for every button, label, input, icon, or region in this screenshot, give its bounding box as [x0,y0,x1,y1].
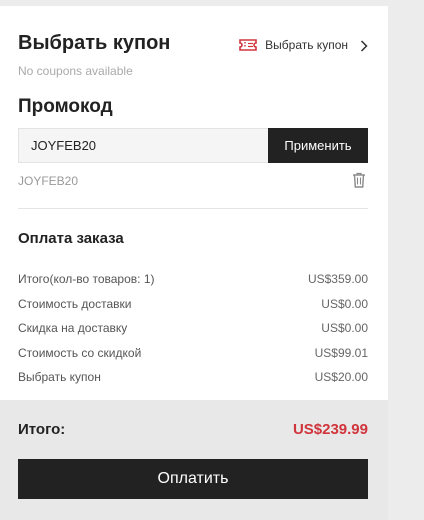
section-divider [18,208,368,209]
promo-section-title: Промокод [18,96,113,117]
summary-value: US$20.00 [314,370,368,385]
summary-row-coupon: Выбрать купон US$20.00 [18,365,368,390]
summary-value: US$99.01 [314,345,368,360]
apply-promo-button[interactable]: Применить [268,128,368,163]
total-amount: US$239.99 [292,421,368,438]
summary-row-shipping-discount: Скидка на доставку US$0.00 [18,316,368,341]
summary-label: Стоимость доставки [18,296,132,311]
total-section: Итого: US$239.99 Оплатить [0,400,388,520]
promo-code-input[interactable] [18,128,268,163]
summary-label: Выбрать купон [18,370,101,385]
chevron-right-icon [360,39,368,52]
summary-value: US$0.00 [321,296,368,311]
order-panel: Выбрать купон Выбрать купон No coupons a… [0,6,388,520]
summary-label: Итого(кол-во товаров: 1) [18,272,155,287]
select-coupon-label: Выбрать купон [265,38,348,52]
select-coupon-link[interactable]: Выбрать купон [239,36,368,54]
summary-row-subtotal: Итого(кол-во товаров: 1) US$359.00 [18,267,368,292]
pay-button[interactable]: Оплатить [18,459,368,499]
promo-code-form: Применить [18,128,368,163]
order-summary-title: Оплата заказа [18,230,124,247]
applied-promo-code: JOYFEB20 [18,174,79,188]
trash-icon[interactable] [352,172,366,188]
order-summary-list: Итого(кол-во товаров: 1) US$359.00 Стоим… [18,267,368,390]
no-coupons-text: No coupons available [18,64,133,78]
summary-row-discounted-cost: Стоимость со скидкой US$99.01 [18,341,368,366]
summary-row-shipping: Стоимость доставки US$0.00 [18,292,368,317]
summary-value: US$0.00 [321,321,368,336]
summary-label: Стоимость со скидкой [18,345,142,360]
total-label: Итого: [18,421,66,438]
coupon-section-title: Выбрать купон [18,32,171,54]
coupon-header: Выбрать купон Выбрать купон [18,32,370,58]
ticket-icon [239,38,257,52]
summary-value: US$359.00 [307,272,368,287]
summary-label: Скидка на доставку [18,321,128,336]
